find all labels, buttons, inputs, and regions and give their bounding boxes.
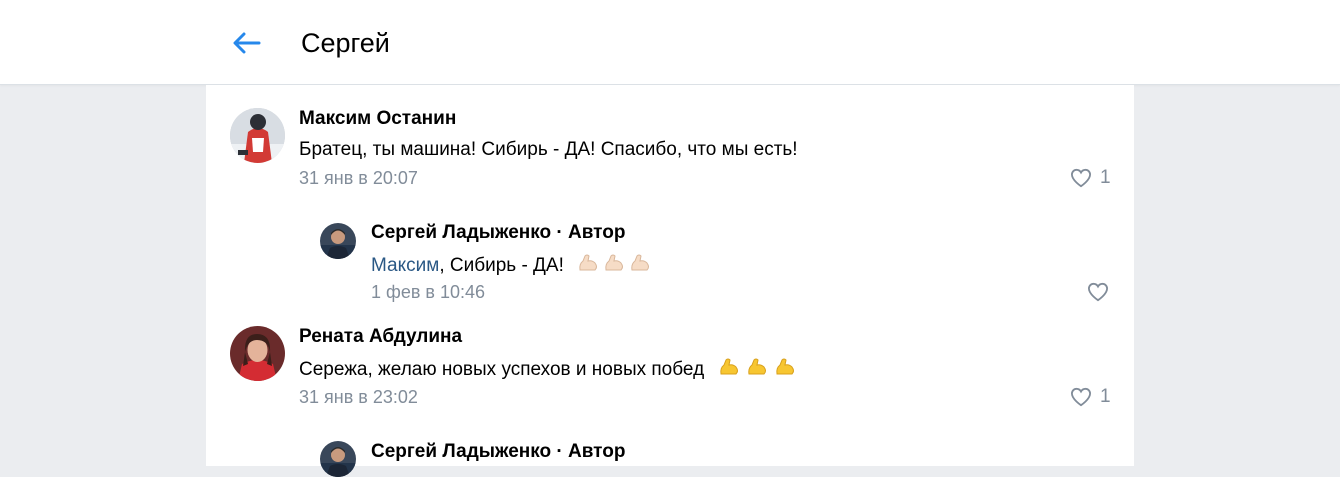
comment-text: Сережа, желаю новых успехов и новых побе… xyxy=(299,356,797,382)
heart-icon xyxy=(1070,168,1092,188)
comment-text: Братец, ты машина! Сибирь - ДА! Спасибо,… xyxy=(299,139,798,160)
like-button[interactable]: 1 xyxy=(1070,167,1111,189)
heart-icon xyxy=(1087,282,1109,302)
page-title: Сергей xyxy=(301,28,390,58)
reply-body: , Сибирь - ДА! xyxy=(439,255,564,276)
flexed-biceps-emoji-group xyxy=(573,254,651,276)
flexed-biceps-icon xyxy=(720,358,739,375)
flexed-biceps-icon xyxy=(579,254,598,271)
back-button[interactable] xyxy=(228,24,266,62)
reply-author[interactable]: Сергей Ладыженко · Автор xyxy=(371,440,625,464)
reply-text: Максим, Сибирь - ДА! xyxy=(371,252,651,278)
comment-body: Сережа, желаю новых успехов и новых побе… xyxy=(299,359,705,380)
comment-date[interactable]: 31 янв в 23:02 xyxy=(299,386,418,408)
reply-author[interactable]: Сергей Ладыженко · Автор xyxy=(371,221,625,245)
like-button[interactable] xyxy=(1087,282,1109,302)
comment-date[interactable]: 31 янв в 20:07 xyxy=(299,167,418,189)
flexed-biceps-icon xyxy=(748,358,767,375)
top-bar: Сергей xyxy=(0,0,1340,85)
heart-icon xyxy=(1070,387,1092,407)
like-count: 1 xyxy=(1100,167,1111,188)
comment-author[interactable]: Максим Останин xyxy=(299,107,456,131)
flexed-biceps-emoji-group xyxy=(713,358,797,380)
avatar[interactable] xyxy=(230,326,285,381)
avatar[interactable] xyxy=(230,108,285,163)
avatar[interactable] xyxy=(320,441,356,477)
reply-date[interactable]: 1 фев в 10:46 xyxy=(371,281,485,303)
flexed-biceps-icon xyxy=(631,254,650,271)
flexed-biceps-icon xyxy=(605,254,624,271)
like-button[interactable]: 1 xyxy=(1070,386,1111,408)
flexed-biceps-icon xyxy=(776,358,795,375)
comment-author[interactable]: Рената Абдулина xyxy=(299,325,462,349)
avatar[interactable] xyxy=(320,223,356,259)
comments-panel: Максим Останин Братец, ты машина! Сибирь… xyxy=(206,85,1134,477)
like-count: 1 xyxy=(1100,386,1111,407)
mention-link[interactable]: Максим xyxy=(371,255,439,276)
arrow-left-icon xyxy=(233,32,261,54)
